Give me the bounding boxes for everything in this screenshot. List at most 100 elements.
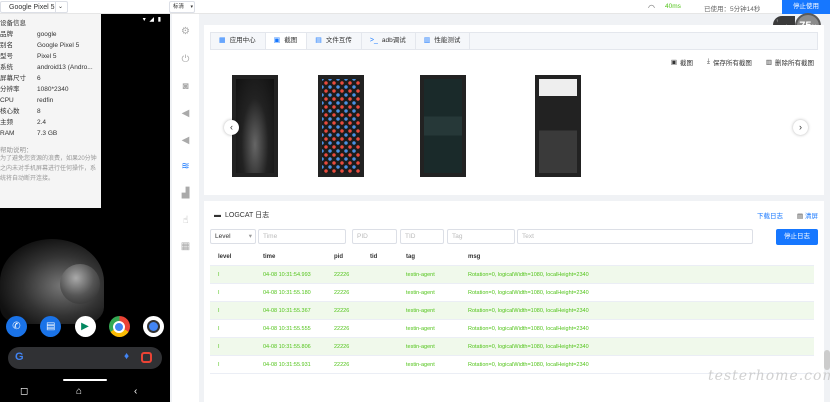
stop-use-button[interactable]: 停止使用 — [782, 0, 830, 14]
tool-sidebar: ⚙ ⏻ ◙ ◀ ◀ ≋ ▟ ☝ ▦ — [172, 14, 199, 402]
cell-msg: Rotation=0, logicalWidth=1080, localHeig… — [468, 272, 589, 278]
column-header: pid — [334, 254, 343, 260]
cell-pid: 22226 — [334, 362, 350, 368]
column-header: tag — [406, 254, 415, 260]
info-row: 分辨率 1080*2340 — [0, 84, 101, 95]
log-table: level time pid tid tag msg I 04-08 10:31:… — [210, 248, 814, 374]
info-row: 型号 Pixel 5 — [0, 51, 101, 62]
recent-apps-icon[interactable]: ◻ — [20, 386, 28, 397]
tab-label: 截图 — [284, 37, 298, 44]
level-select[interactable]: Level ▾ — [210, 229, 256, 244]
chart-icon: ▥ — [423, 37, 431, 44]
tab-screenshot[interactable]: ▣ 截图 — [265, 33, 308, 49]
pid-filter-input[interactable]: PID — [352, 229, 397, 244]
messages-app-icon[interactable]: ▤ — [40, 316, 62, 337]
info-value: Google Pixel 5 — [37, 42, 80, 49]
download-log-link[interactable]: 下载日志 — [757, 210, 783, 220]
tab-file-transfer[interactable]: ▤ 文件互传 — [307, 33, 362, 49]
cell-tag: testin-agent — [406, 290, 435, 296]
cell-time: 04-08 10:31:55.555 — [263, 326, 311, 332]
chrome-icon[interactable] — [108, 316, 130, 337]
cell-pid: 22226 — [334, 272, 350, 278]
delete-all-button[interactable]: ▥ 删除所有截图 — [766, 57, 814, 67]
wifi-toggle-icon[interactable]: ≋ — [179, 160, 192, 173]
resolution-select[interactable]: 标清 ▾ — [169, 1, 195, 13]
tab-bar: ▦ 应用中心 ▣ 截图 ▤ 文件互传 >_ adb调试 ▥ 性能测试 — [210, 32, 818, 50]
phone-screen[interactable]: ▾ ◢ ▮ 设备信息 品牌 google 别名 Google Pixel 5 型号 P… — [0, 14, 170, 402]
tab-app-center[interactable]: ▦ 应用中心 — [211, 33, 266, 49]
volume-up-icon[interactable]: ◀ — [179, 107, 192, 120]
cell-level: I — [218, 344, 220, 350]
info-value: 7.3 GB — [37, 130, 58, 137]
help-line: 之内未对手机屏幕进行任何操作，系 — [0, 166, 97, 172]
chevron-down-icon: ⌄ — [55, 2, 65, 12]
tab-adb-debug[interactable]: >_ adb调试 — [362, 33, 416, 49]
mic-icon[interactable]: ♦ — [124, 351, 129, 362]
download-icon: ⤓ — [706, 58, 710, 65]
cell-time: 04-08 10:31:55.367 — [263, 308, 311, 314]
play-store-icon[interactable]: ▶ — [74, 316, 96, 337]
cell-tag: testin-agent — [406, 362, 435, 368]
text-filter-input[interactable]: Text — [517, 229, 753, 244]
cell-level: I — [218, 290, 220, 296]
cell-pid: 22226 — [334, 326, 350, 332]
gesture-bar — [63, 379, 107, 381]
tool-panel: ▦ 应用中心 ▣ 截图 ▤ 文件互传 >_ adb调试 ▥ 性能测试 ▣ 截图 ⤓ 保存所有截… — [204, 25, 824, 195]
settings-icon[interactable]: ⚙ — [179, 25, 192, 38]
watermark: testerhome.com — [708, 368, 830, 384]
status-icons: ▾ ◢ ▮ — [142, 17, 162, 23]
device-select[interactable]: Google Pixel 5 ⌄ — [0, 1, 68, 13]
info-value: android13 (Andro... — [37, 64, 93, 71]
capture-button[interactable]: ▣ 截图 — [671, 57, 693, 67]
carousel-next-button[interactable]: › — [793, 120, 808, 135]
grid-icon[interactable]: ▦ — [179, 240, 192, 253]
screenshot-list — [232, 75, 772, 177]
phone-app-icon[interactable]: ✆ — [6, 316, 27, 337]
thumb-screen — [539, 79, 577, 173]
tab-label: adb调试 — [381, 37, 406, 44]
screenshot-thumb[interactable] — [420, 75, 466, 177]
device-info-title: 设备信息 — [0, 20, 26, 27]
clear-screen-button[interactable]: ▤ 清屏 — [797, 210, 818, 220]
volume-down-icon[interactable]: ◀ — [179, 134, 192, 147]
app-center-icon: ▦ — [219, 37, 226, 44]
cell-pid: 22226 — [334, 344, 350, 350]
touch-icon[interactable]: ☝ — [179, 214, 192, 227]
page-scrollbar[interactable] — [824, 350, 830, 370]
power-icon[interactable]: ⏻ — [179, 53, 192, 66]
column-header: tid — [370, 254, 378, 260]
back-icon[interactable]: ‹ — [134, 386, 137, 397]
rotate-icon[interactable]: ▟ — [179, 187, 192, 200]
info-value: 2.4 — [37, 119, 47, 126]
save-all-label: 保存所有截图 — [712, 60, 752, 67]
home-icon[interactable]: ⌂ — [76, 386, 82, 397]
info-value: 1080*2340 — [37, 86, 69, 93]
latency-value: 40ms — [665, 3, 681, 10]
save-all-button[interactable]: ⤓ 保存所有截图 — [707, 57, 752, 67]
lens-icon[interactable] — [141, 352, 152, 363]
column-header: level — [218, 254, 232, 260]
screenshot-thumb[interactable] — [318, 75, 364, 177]
info-key: 品牌 — [0, 31, 13, 38]
cell-msg: Rotation=0, logicalWidth=1080, localHeig… — [468, 326, 589, 332]
logcat-header: ▬ LOGCAT 日志 — [214, 210, 269, 220]
carousel-prev-button[interactable]: ‹ — [224, 120, 239, 135]
info-row: 核心数 8 — [0, 106, 101, 117]
tab-label: 应用中心 — [229, 37, 256, 44]
camera-icon[interactable]: ◙ — [179, 80, 192, 93]
camera-app-icon[interactable] — [143, 316, 164, 337]
app-dock: ✆ ▤ ▶ — [6, 316, 164, 342]
google-search-bar[interactable]: G ♦ — [8, 347, 162, 369]
tag-filter-input[interactable]: Tag — [447, 229, 515, 244]
screenshot-icon: ▣ — [273, 37, 281, 44]
screenshot-thumb[interactable] — [535, 75, 581, 177]
stop-log-button[interactable]: 停止日志 — [776, 229, 818, 245]
tid-filter-input[interactable]: TID — [400, 229, 444, 244]
tab-performance[interactable]: ▥ 性能测试 — [416, 33, 471, 49]
info-row: RAM 7.3 GB — [0, 128, 101, 139]
time-filter-input[interactable]: Time — [258, 229, 346, 244]
screenshot-actions: ▣ 截图 ⤓ 保存所有截图 ▥ 删除所有截图 — [671, 57, 814, 67]
cell-tag: testin-agent — [406, 326, 435, 332]
chevron-down-icon: ▾ — [248, 233, 252, 240]
info-row: 别名 Google Pixel 5 — [0, 40, 101, 51]
